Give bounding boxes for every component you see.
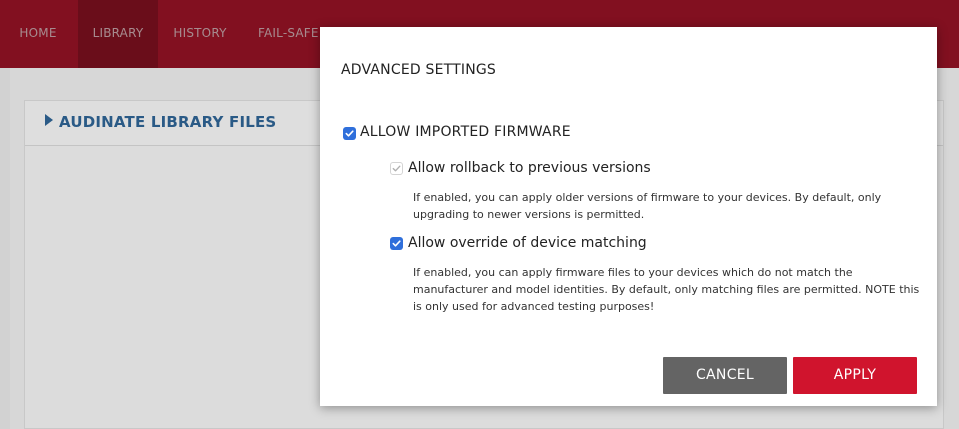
apply-button[interactable]: APPLY xyxy=(793,357,917,394)
library-panel-title[interactable]: AUDINATE LIBRARY FILES xyxy=(45,113,276,131)
expand-triangle-icon xyxy=(45,114,53,126)
library-panel-title-text: AUDINATE LIBRARY FILES xyxy=(59,113,277,131)
allow-rollback-label: Allow rollback to previous versions xyxy=(408,160,651,176)
checkmark-icon xyxy=(392,240,401,247)
cancel-button[interactable]: CANCEL xyxy=(663,357,787,394)
checkmark-icon xyxy=(345,130,354,137)
allow-rollback-checkbox xyxy=(390,162,403,175)
allow-rollback-description: If enabled, you can apply older versions… xyxy=(413,191,882,221)
allow-imported-firmware-label[interactable]: ALLOW IMPORTED FIRMWARE xyxy=(360,124,571,140)
page-left-edge xyxy=(0,68,10,429)
allow-override-label[interactable]: Allow override of device matching xyxy=(408,235,647,251)
allow-override-checkbox[interactable] xyxy=(390,237,403,250)
checkmark-icon xyxy=(392,165,401,172)
advanced-settings-dialog: ADVANCED SETTINGS ALLOW IMPORTED FIRMWAR… xyxy=(320,27,937,406)
allow-imported-firmware-checkbox[interactable] xyxy=(343,127,356,140)
allow-override-description: If enabled, you can apply firmware files… xyxy=(413,266,920,313)
dialog-title: ADVANCED SETTINGS xyxy=(341,62,497,78)
